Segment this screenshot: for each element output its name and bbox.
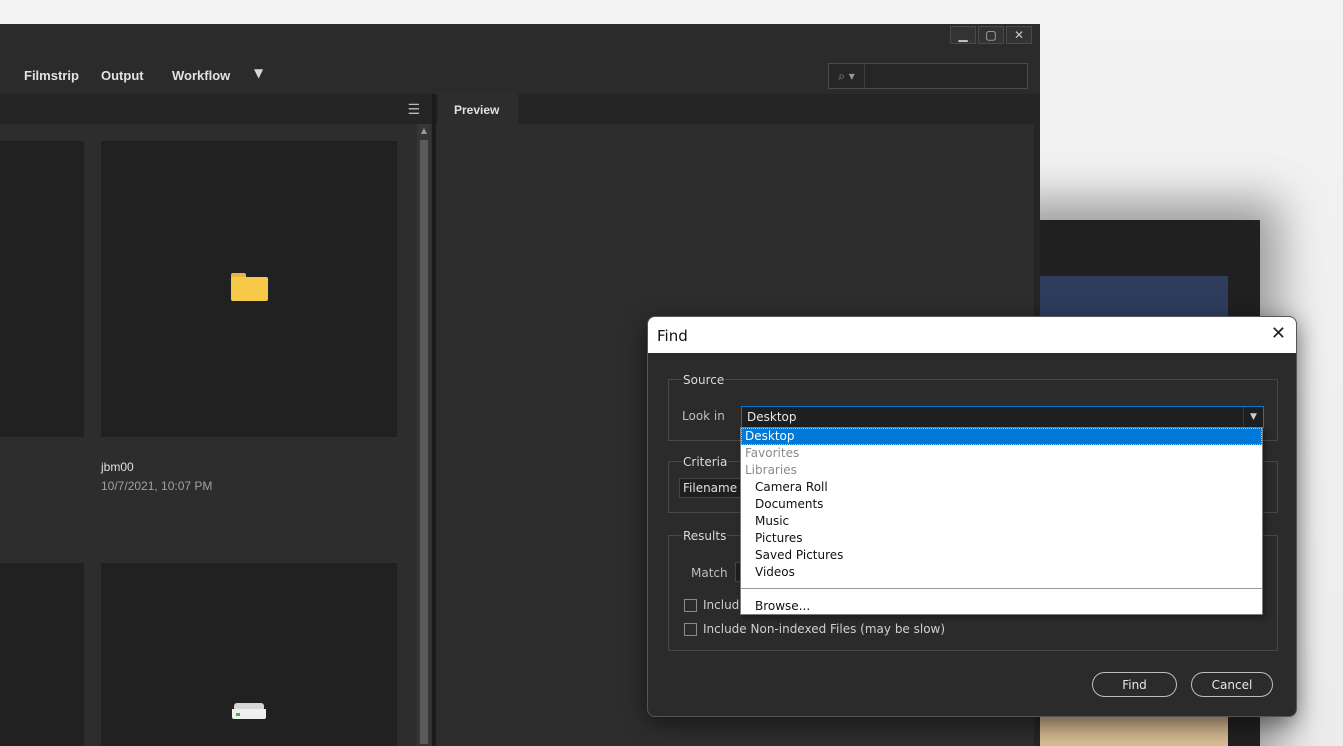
include-checkbox-row[interactable]: Include [684, 598, 747, 612]
dropdown-option-browse[interactable]: Browse... [741, 598, 1262, 615]
thumbnail[interactable] [101, 141, 397, 437]
thumbnail-date: 10/7/2021, 10:07 PM [101, 479, 213, 493]
dialog-title: Find [657, 327, 688, 345]
include-checkbox[interactable] [684, 598, 697, 612]
cancel-button[interactable]: Cancel [1191, 672, 1273, 697]
workspace-filmstrip[interactable]: Filmstrip [24, 68, 79, 83]
content-panel: ☰ jbm00 10/7/2021, 10:07 PM ▲ [0, 94, 432, 746]
non-indexed-checkbox-label: Include Non-indexed Files (may be slow) [703, 622, 946, 636]
dropdown-separator [741, 588, 1262, 589]
look-in-value: Desktop [747, 410, 797, 424]
dropdown-option-pictures[interactable]: Pictures [741, 530, 1262, 547]
panel-menu-icon[interactable]: ☰ [407, 102, 420, 118]
window-controls: ▁ ▢ ✕ [950, 26, 1032, 44]
thumbnail[interactable] [0, 141, 84, 437]
preview-panel-header: Preview [436, 94, 1034, 124]
criteria-field-select[interactable]: Filename [679, 478, 741, 498]
criteria-group-label: Criteria [682, 455, 729, 469]
find-button[interactable]: Find [1092, 672, 1177, 697]
look-in-label: Look in [682, 409, 725, 423]
maximize-button[interactable]: ▢ [978, 26, 1004, 44]
dropdown-option-videos[interactable]: Videos [741, 564, 1262, 581]
search-icon[interactable]: ⌕ ▾ [829, 64, 865, 88]
search-input[interactable]: ⌕ ▾ [828, 63, 1028, 89]
dropdown-option-saved-pictures[interactable]: Saved Pictures [741, 547, 1262, 564]
dialog-title-bar: Find ✕ [648, 317, 1296, 353]
dropdown-option-camera-roll[interactable]: Camera Roll [741, 479, 1262, 496]
content-scrollbar[interactable]: ▲ [417, 124, 431, 746]
workspace-workflow[interactable]: Workflow [172, 68, 230, 83]
thumbnail[interactable] [101, 563, 397, 746]
folder-icon [231, 273, 268, 301]
content-panel-header: ☰ [0, 94, 432, 124]
minimize-button[interactable]: ▁ [950, 26, 976, 44]
tab-preview[interactable]: Preview [438, 94, 518, 124]
close-button[interactable]: ✕ [1006, 26, 1032, 44]
close-icon[interactable]: ✕ [1271, 323, 1286, 344]
chevron-down-icon[interactable]: ▼ [254, 66, 263, 80]
non-indexed-checkbox[interactable] [684, 622, 697, 636]
thumbnail[interactable] [0, 563, 84, 746]
results-group-label: Results [682, 529, 728, 543]
match-label: Match [691, 566, 728, 580]
chevron-down-icon[interactable]: ▼ [1243, 407, 1263, 427]
drive-icon [232, 703, 266, 719]
source-group-label: Source [682, 373, 726, 387]
thumbnail-name: jbm00 [101, 460, 134, 474]
dropdown-header-libraries: Libraries [745, 463, 797, 477]
scroll-thumb[interactable] [420, 140, 428, 744]
workspace-bar: Filmstrip Output Workflow ▼ ⌕ ▾ [0, 56, 1040, 94]
dropdown-header-favorites: Favorites [745, 446, 800, 460]
workspace-output[interactable]: Output [101, 68, 144, 83]
look-in-dropdown-list: Desktop Favorites Libraries Camera Roll … [740, 427, 1263, 615]
dropdown-option-music[interactable]: Music [741, 513, 1262, 530]
dropdown-option-documents[interactable]: Documents [741, 496, 1262, 513]
non-indexed-checkbox-row[interactable]: Include Non-indexed Files (may be slow) [684, 622, 945, 636]
scroll-up-icon[interactable]: ▲ [417, 126, 431, 136]
title-bar: ▁ ▢ ✕ [0, 24, 1040, 56]
look-in-select[interactable]: Desktop ▼ [741, 406, 1264, 428]
dropdown-option-desktop[interactable]: Desktop [741, 428, 1262, 445]
